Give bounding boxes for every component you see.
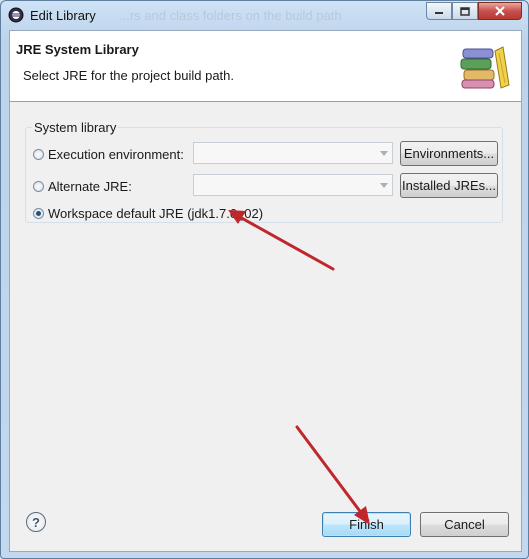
- title-bar[interactable]: Edit Library ...rs and class folders on …: [1, 1, 528, 30]
- help-button[interactable]: ?: [26, 512, 46, 532]
- execution-environment-combo[interactable]: [193, 142, 393, 164]
- chevron-down-icon: [380, 151, 388, 156]
- alternate-jre-radio[interactable]: [33, 181, 44, 192]
- window-title-ghost-text: ...rs and class folders on the build pat…: [119, 8, 342, 23]
- installed-jres-button[interactable]: Installed JREs...: [400, 173, 498, 198]
- page-title: JRE System Library: [16, 42, 139, 57]
- alternate-jre-combo[interactable]: [193, 174, 393, 196]
- minimize-icon: [435, 12, 443, 14]
- cancel-button[interactable]: Cancel: [420, 512, 509, 537]
- execution-environment-option[interactable]: Execution environment:: [33, 147, 184, 162]
- maximize-button[interactable]: [452, 2, 478, 20]
- workspace-default-jre-radio[interactable]: [33, 208, 44, 219]
- close-icon: [495, 6, 505, 16]
- chevron-down-icon: [380, 183, 388, 188]
- library-books-icon: [460, 46, 510, 89]
- eclipse-app-icon: [8, 7, 24, 23]
- alternate-jre-option[interactable]: Alternate JRE:: [33, 179, 132, 194]
- finish-button[interactable]: Finish: [322, 512, 411, 537]
- execution-environment-radio[interactable]: [33, 149, 44, 160]
- edit-library-dialog: Edit Library ...rs and class folders on …: [0, 0, 529, 559]
- wizard-header: JRE System Library Select JRE for the pr…: [10, 31, 521, 102]
- system-library-group-label: System library: [32, 120, 119, 135]
- minimize-button[interactable]: [426, 2, 452, 20]
- alternate-jre-label: Alternate JRE:: [48, 179, 132, 194]
- workspace-default-jre-label: Workspace default JRE (jdk1.7.0_02): [48, 206, 264, 221]
- environments-button[interactable]: Environments...: [400, 141, 498, 166]
- caption-buttons: [426, 2, 522, 20]
- window-title: Edit Library: [30, 8, 96, 23]
- workspace-default-jre-option[interactable]: Workspace default JRE (jdk1.7.0_02): [33, 206, 263, 221]
- dialog-client-area: JRE System Library Select JRE for the pr…: [9, 30, 522, 552]
- execution-environment-label: Execution environment:: [48, 147, 184, 162]
- page-description: Select JRE for the project build path.: [23, 68, 235, 83]
- close-button[interactable]: [478, 2, 522, 20]
- radio-selected-dot: [36, 211, 41, 216]
- maximize-icon: [460, 6, 470, 16]
- help-icon: ?: [32, 514, 40, 530]
